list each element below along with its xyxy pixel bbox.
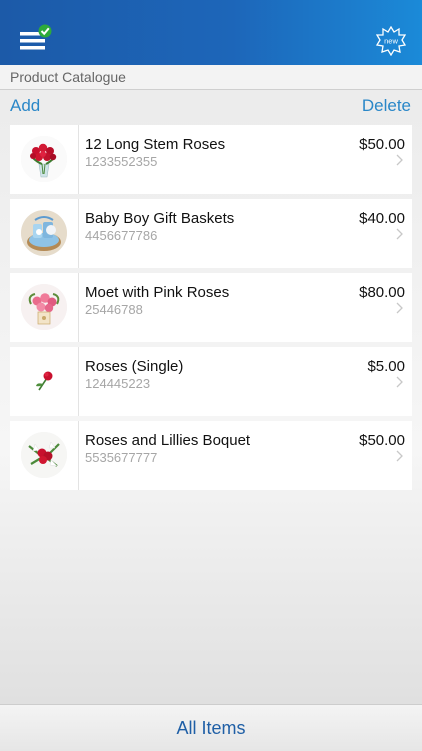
product-code: 124445223 xyxy=(85,376,151,391)
product-name: Roses and Lillies Boquet xyxy=(85,432,251,449)
blue-gift-basket-image xyxy=(21,210,67,256)
product-list: 12 Long Stem Roses 1233552355 $50.00 Bab… xyxy=(10,125,412,495)
bottom-bar: All Items xyxy=(0,704,422,751)
new-label: new xyxy=(384,37,398,46)
roses-lilies-bouquet-image xyxy=(21,432,67,478)
delete-button[interactable]: Delete xyxy=(362,96,411,116)
product-thumbnail xyxy=(10,125,79,194)
product-price: $5.00 xyxy=(367,358,405,375)
product-code: 25446788 xyxy=(85,302,143,317)
section-header: Product Catalogue xyxy=(0,65,422,90)
chevron-right-icon xyxy=(396,154,403,166)
product-code: 4456677786 xyxy=(85,228,158,243)
product-thumbnail xyxy=(10,199,79,268)
chevron-right-icon xyxy=(396,376,403,388)
product-price: $80.00 xyxy=(359,284,405,301)
product-name: Baby Boy Gift Baskets xyxy=(85,210,235,227)
product-price: $50.00 xyxy=(359,432,405,449)
product-thumbnail xyxy=(10,273,79,342)
all-items-button[interactable]: All Items xyxy=(0,705,422,751)
pink-roses-bouquet-image xyxy=(21,284,67,330)
list-item[interactable]: Roses and Lillies Boquet 5535677777 $50.… xyxy=(10,421,412,490)
single-red-rose-image xyxy=(21,358,67,404)
product-price: $40.00 xyxy=(359,210,405,227)
product-thumbnail xyxy=(10,421,79,490)
menu-check-icon xyxy=(20,24,52,50)
list-item[interactable]: Moet with Pink Roses 25446788 $80.00 xyxy=(10,273,412,342)
chevron-right-icon xyxy=(396,450,403,462)
product-name: 12 Long Stem Roses xyxy=(85,136,226,153)
product-code: 5535677777 xyxy=(85,450,158,465)
new-starburst-icon: new xyxy=(375,25,407,57)
product-name: Roses (Single) xyxy=(85,358,184,375)
page-title: Product Catalogue xyxy=(10,69,126,85)
list-item[interactable]: Roses (Single) 124445223 $5.00 xyxy=(10,347,412,416)
action-row: Add Delete xyxy=(0,90,422,122)
menu-button[interactable] xyxy=(16,22,56,56)
list-item[interactable]: 12 Long Stem Roses 1233552355 $50.00 xyxy=(10,125,412,194)
add-button[interactable]: Add xyxy=(10,96,40,116)
chevron-right-icon xyxy=(396,228,403,240)
list-item[interactable]: Baby Boy Gift Baskets 4456677786 $40.00 xyxy=(10,199,412,268)
product-price: $50.00 xyxy=(359,136,405,153)
product-thumbnail xyxy=(10,347,79,416)
product-code: 1233552355 xyxy=(85,154,158,169)
new-button[interactable]: new xyxy=(375,25,407,57)
chevron-right-icon xyxy=(396,302,403,314)
red-roses-vase-image xyxy=(21,136,67,182)
product-name: Moet with Pink Roses xyxy=(85,284,230,301)
top-bar: new xyxy=(0,0,422,65)
